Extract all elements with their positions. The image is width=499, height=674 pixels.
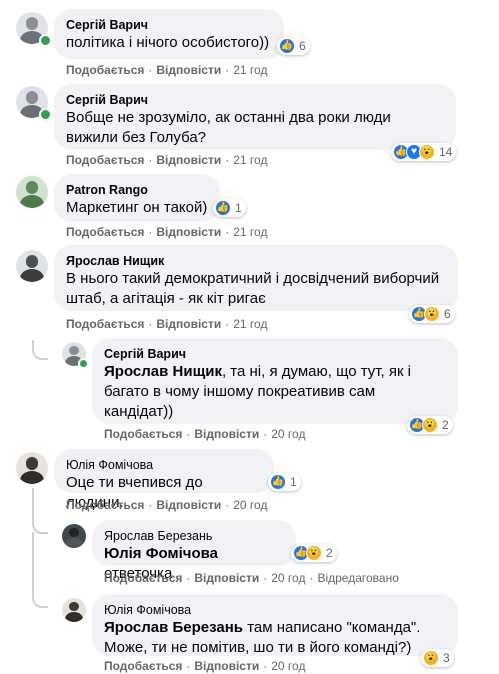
- reaction-summary[interactable]: 😮 3: [421, 649, 454, 667]
- edited-label[interactable]: Відредаговано: [317, 571, 398, 585]
- comment-author[interactable]: Юлія Фомічова: [104, 602, 446, 618]
- comment-actions: Подобається · Відповісти · 21 год: [66, 317, 268, 331]
- avatar[interactable]: [16, 452, 48, 484]
- reaction-count: 2: [326, 546, 333, 560]
- like-button[interactable]: Подобається: [104, 659, 182, 673]
- reaction-summary[interactable]: 👍 1: [268, 473, 301, 491]
- online-status-icon: [39, 34, 52, 47]
- comment-actions: Подобається · Відповісти · 20 год · Відредагов…: [104, 571, 399, 585]
- wow-icon: 😮: [419, 144, 435, 160]
- comment-text: Маркетинг он такой): [66, 199, 208, 216]
- like-icon: 👍: [270, 474, 286, 490]
- reply-button[interactable]: Відповісти: [156, 498, 221, 512]
- thread-line: [32, 340, 48, 360]
- like-button[interactable]: Подобається: [104, 427, 182, 441]
- reaction-summary[interactable]: 👍 😮 2: [407, 416, 453, 434]
- comment-bubble: Ярослав Березань Юлія Фомічова ответочка: [92, 520, 296, 582]
- comment-text: політика і нічого особистого)): [66, 34, 270, 51]
- like-button[interactable]: Подобається: [104, 571, 182, 585]
- reaction-summary[interactable]: 👍 1: [213, 199, 246, 217]
- timestamp[interactable]: 20 год: [271, 427, 305, 441]
- timestamp[interactable]: 21 год: [233, 317, 267, 331]
- reaction-count: 6: [444, 307, 451, 321]
- mention-link[interactable]: Ярослав Березань: [104, 619, 243, 636]
- like-button[interactable]: Подобається: [66, 153, 144, 167]
- comment-author[interactable]: Ярослав Нищик: [66, 253, 446, 269]
- like-button[interactable]: Подобається: [66, 225, 144, 239]
- wow-icon: 😮: [424, 306, 440, 322]
- reaction-count: 1: [235, 201, 242, 215]
- thread-line: [32, 488, 48, 534]
- comment-text: Вобще не зрозуміло, ак останні два роки …: [66, 109, 391, 146]
- reaction-count: 6: [299, 39, 306, 53]
- comment-author[interactable]: Сергій Варич: [66, 92, 444, 108]
- mention-link[interactable]: Юлія Фомічова: [104, 545, 218, 562]
- timestamp[interactable]: 20 год: [233, 498, 267, 512]
- wow-icon: 😮: [306, 545, 322, 561]
- comment-actions: Подобається · Відповісти · 21 год: [66, 225, 268, 239]
- comment-bubble: Юлія Фомічова Оце ти вчепився до людини.: [54, 449, 274, 511]
- comment-bubble: Сергій Варич Ярослав Нищик, та ні, я дум…: [92, 338, 458, 424]
- wow-icon: 😮: [423, 650, 439, 666]
- like-button[interactable]: Подобається: [66, 317, 144, 331]
- timestamp[interactable]: 21 год: [233, 63, 267, 77]
- reply-button[interactable]: Відповісти: [156, 317, 221, 331]
- reaction-count: 14: [439, 145, 453, 159]
- reply-button[interactable]: Відповісти: [194, 659, 259, 673]
- thread-line: [32, 532, 48, 608]
- comment-bubble: Ярослав Нищик В нього такий демократични…: [54, 245, 458, 311]
- comment-bubble: Сергій Варич політика і нічого особистог…: [54, 9, 284, 59]
- timestamp[interactable]: 20 год: [271, 659, 305, 673]
- avatar[interactable]: [16, 250, 48, 282]
- reaction-summary[interactable]: 👍 ♥ 😮 14: [391, 143, 457, 161]
- mention-link[interactable]: Ярослав Нищик: [104, 363, 222, 380]
- like-button[interactable]: Подобається: [66, 498, 144, 512]
- reply-button[interactable]: Відповісти: [156, 63, 221, 77]
- comment-actions: Подобається · Відповісти · 20 год: [66, 498, 268, 512]
- reaction-summary[interactable]: 👍 😮 2: [291, 544, 337, 562]
- reply-button[interactable]: Відповісти: [194, 571, 259, 585]
- online-status-icon: [78, 358, 89, 369]
- comment-author[interactable]: Сергій Варич: [104, 346, 446, 362]
- like-button[interactable]: Подобається: [66, 63, 144, 77]
- comment-bubble: Юлія Фомічова Ярослав Березань там напис…: [92, 594, 458, 656]
- comment-actions: Подобається · Відповісти · 20 год: [104, 427, 306, 441]
- avatar[interactable]: [16, 176, 48, 208]
- avatar[interactable]: [62, 524, 86, 548]
- reply-button[interactable]: Відповісти: [156, 153, 221, 167]
- comment-author[interactable]: Patron Rango: [66, 182, 208, 198]
- comment-actions: Подобається · Відповісти · 21 год: [66, 153, 268, 167]
- wow-icon: 😮: [422, 417, 438, 433]
- comment-text: Ярослав Нищик, та ні, я думаю, що тут, я…: [104, 363, 412, 420]
- comment-text: В нього такий демократичний і досвідчени…: [66, 270, 440, 307]
- comment-actions: Подобається · Відповісти · 20 год: [104, 659, 306, 673]
- comment-bubble: Patron Rango Маркетинг он такой): [54, 174, 220, 222]
- reply-button[interactable]: Відповісти: [194, 427, 259, 441]
- comment-actions: Подобається · Відповісти · 21 год: [66, 63, 268, 77]
- reaction-count: 2: [442, 418, 449, 432]
- comment-author[interactable]: Юлія Фомічова: [66, 457, 262, 473]
- reaction-count: 1: [290, 475, 297, 489]
- comment-bubble: Сергій Варич Вобще не зрозуміло, ак оста…: [54, 84, 456, 150]
- reaction-summary[interactable]: 👍 6: [277, 37, 310, 55]
- comment-author[interactable]: Ярослав Березань: [104, 528, 284, 544]
- comment-text: Ярослав Березань там написано "команда".…: [104, 619, 421, 656]
- like-icon: 👍: [215, 200, 231, 216]
- timestamp[interactable]: 21 год: [233, 225, 267, 239]
- comment-author[interactable]: Сергій Варич: [66, 17, 272, 33]
- timestamp[interactable]: 20 год: [271, 571, 305, 585]
- timestamp[interactable]: 21 год: [233, 153, 267, 167]
- reply-button[interactable]: Відповісти: [156, 225, 221, 239]
- reaction-count: 3: [443, 651, 450, 665]
- avatar[interactable]: [62, 598, 86, 622]
- online-status-icon: [39, 108, 52, 121]
- like-icon: 👍: [279, 38, 295, 54]
- reaction-summary[interactable]: 👍 😮 6: [409, 305, 455, 323]
